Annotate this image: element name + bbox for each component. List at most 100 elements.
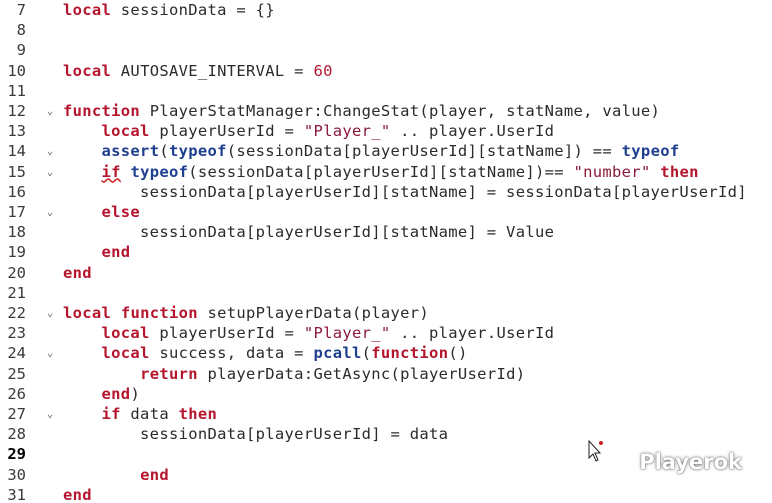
code-line[interactable]: 13 local playerUserId = "Player_" .. pla… (0, 121, 772, 141)
code-text: end) (63, 384, 140, 404)
code-line[interactable]: 22 ⌄ local function setupPlayerData(player… (0, 303, 772, 323)
code-token: local (63, 61, 112, 80)
code-token: local (101, 324, 150, 343)
code-token: () (448, 344, 468, 363)
code-line[interactable]: 15 ⌄ if typeof(sessionData[playerUserId][… (0, 162, 772, 182)
fold-chevron-icon[interactable]: ⌄ (44, 202, 56, 222)
code-line[interactable]: 25 return playerData:GetAsync(playerUser… (0, 364, 772, 384)
code-token: setupPlayerData(player) (197, 304, 430, 322)
code-line[interactable]: 23 local playerUserId = "Player_" .. pla… (0, 323, 772, 343)
line-number: 21 (7, 283, 26, 302)
line-number: 19 (7, 243, 26, 262)
code-token: (sessionData[playerUserId][statName]) == (226, 142, 622, 161)
line-number: 26 (7, 384, 26, 403)
code-token: sessionData[playerUserId] = data (63, 425, 449, 444)
code-text: end (63, 485, 92, 503)
code-token: assert (101, 142, 160, 161)
line-number: 18 (7, 223, 26, 242)
code-token: data (120, 405, 179, 423)
code-token: pcall (313, 344, 362, 363)
line-number: 12 (7, 102, 26, 120)
code-line[interactable]: 17 ⌄ else (0, 202, 772, 222)
code-line[interactable]: 9 (0, 40, 772, 60)
code-line[interactable]: 18 sessionData[playerUserId][statName] =… (0, 222, 772, 242)
code-line[interactable]: 10 local AUTOSAVE_INTERVAL = 60 (0, 61, 772, 81)
line-number: 10 (7, 61, 26, 80)
line-number: 31 (7, 485, 26, 503)
fold-chevron-icon[interactable]: ⌄ (44, 404, 56, 424)
fold-chevron-icon[interactable]: ⌄ (44, 343, 56, 363)
code-line[interactable]: 28 sessionData[playerUserId] = data (0, 424, 772, 444)
code-line[interactable]: 21 (0, 283, 772, 303)
code-token: then (178, 405, 218, 423)
code-line[interactable]: 27 ⌄ if data then (0, 404, 772, 424)
code-line[interactable]: 12 ⌄ function PlayerStatManager:ChangeStat… (0, 101, 772, 121)
code-line[interactable]: 26 end) (0, 384, 772, 404)
line-number: 27 (7, 405, 26, 423)
code-token: function (63, 102, 141, 120)
code-line[interactable]: 24 ⌄ local success, data = pcall(function… (0, 343, 772, 363)
code-token: ( (159, 142, 169, 161)
watermark: Playerok (639, 450, 742, 474)
code-text: return playerData:GetAsync(playerUserId) (63, 364, 525, 384)
mouse-pointer-icon (588, 440, 603, 462)
code-token: end (63, 485, 92, 503)
fold-chevron-icon[interactable]: ⌄ (44, 101, 56, 121)
code-token: "number" (573, 162, 651, 181)
code-line[interactable]: 19 end (0, 242, 772, 262)
line-number: 23 (7, 324, 26, 343)
code-token: typeof (621, 142, 680, 161)
code-token: end (140, 465, 169, 484)
code-token: "Player_" (303, 324, 391, 343)
code-text: function PlayerStatManager:ChangeStat(pl… (63, 101, 660, 121)
code-token: ) (130, 384, 141, 403)
fold-chevron-icon[interactable]: ⌄ (44, 162, 56, 182)
fold-chevron-icon[interactable]: ⌄ (44, 141, 56, 161)
code-text: local playerUserId = "Player_" .. player… (63, 121, 554, 141)
line-number: 29 (7, 445, 26, 464)
code-token: .. player.UserId (390, 122, 555, 141)
code-text: end (63, 465, 169, 485)
code-line[interactable]: 7 local sessionData = {} (0, 0, 772, 20)
code-token: ( (361, 344, 372, 363)
code-token: if (101, 162, 121, 181)
code-line[interactable]: 20 end (0, 263, 772, 283)
line-number: 25 (7, 364, 26, 383)
line-number: 17 (7, 203, 26, 221)
code-token: else (101, 203, 141, 221)
line-number: 11 (7, 81, 26, 100)
line-number: 30 (7, 465, 26, 484)
code-token: end (63, 263, 92, 282)
code-line[interactable]: 11 (0, 81, 772, 101)
code-text: end (63, 263, 92, 283)
code-token: return (140, 364, 198, 383)
code-line[interactable]: 14 ⌄ assert(typeof(sessionData[playerUser… (0, 141, 772, 161)
code-token: .. player.UserId (390, 324, 555, 343)
code-token: AUTOSAVE_INTERVAL = (111, 61, 314, 80)
line-number: 9 (16, 41, 26, 60)
code-text: local sessionData = {} (63, 0, 275, 20)
code-line[interactable]: 31 end (0, 485, 772, 503)
line-number: 20 (7, 263, 26, 282)
code-text: assert( typeof(sessionData[playerUserId][… (63, 141, 680, 161)
code-token: if (101, 405, 121, 423)
code-token: sessionData[playerUserId][statName] = se… (63, 182, 747, 201)
code-token: local (63, 1, 112, 19)
fold-chevron-icon[interactable]: ⌄ (44, 303, 56, 323)
code-line[interactable]: 8 (0, 20, 772, 40)
code-token: 60 (313, 61, 333, 80)
code-text: else (63, 202, 140, 222)
code-token: success, data = (149, 344, 314, 363)
line-number: 15 (7, 162, 26, 181)
code-line[interactable]: 16 sessionData[playerUserId][statName] =… (0, 182, 772, 202)
code-editor[interactable]: 7 local sessionData = {} 8 9 10 local AUTOSAV… (0, 0, 772, 503)
